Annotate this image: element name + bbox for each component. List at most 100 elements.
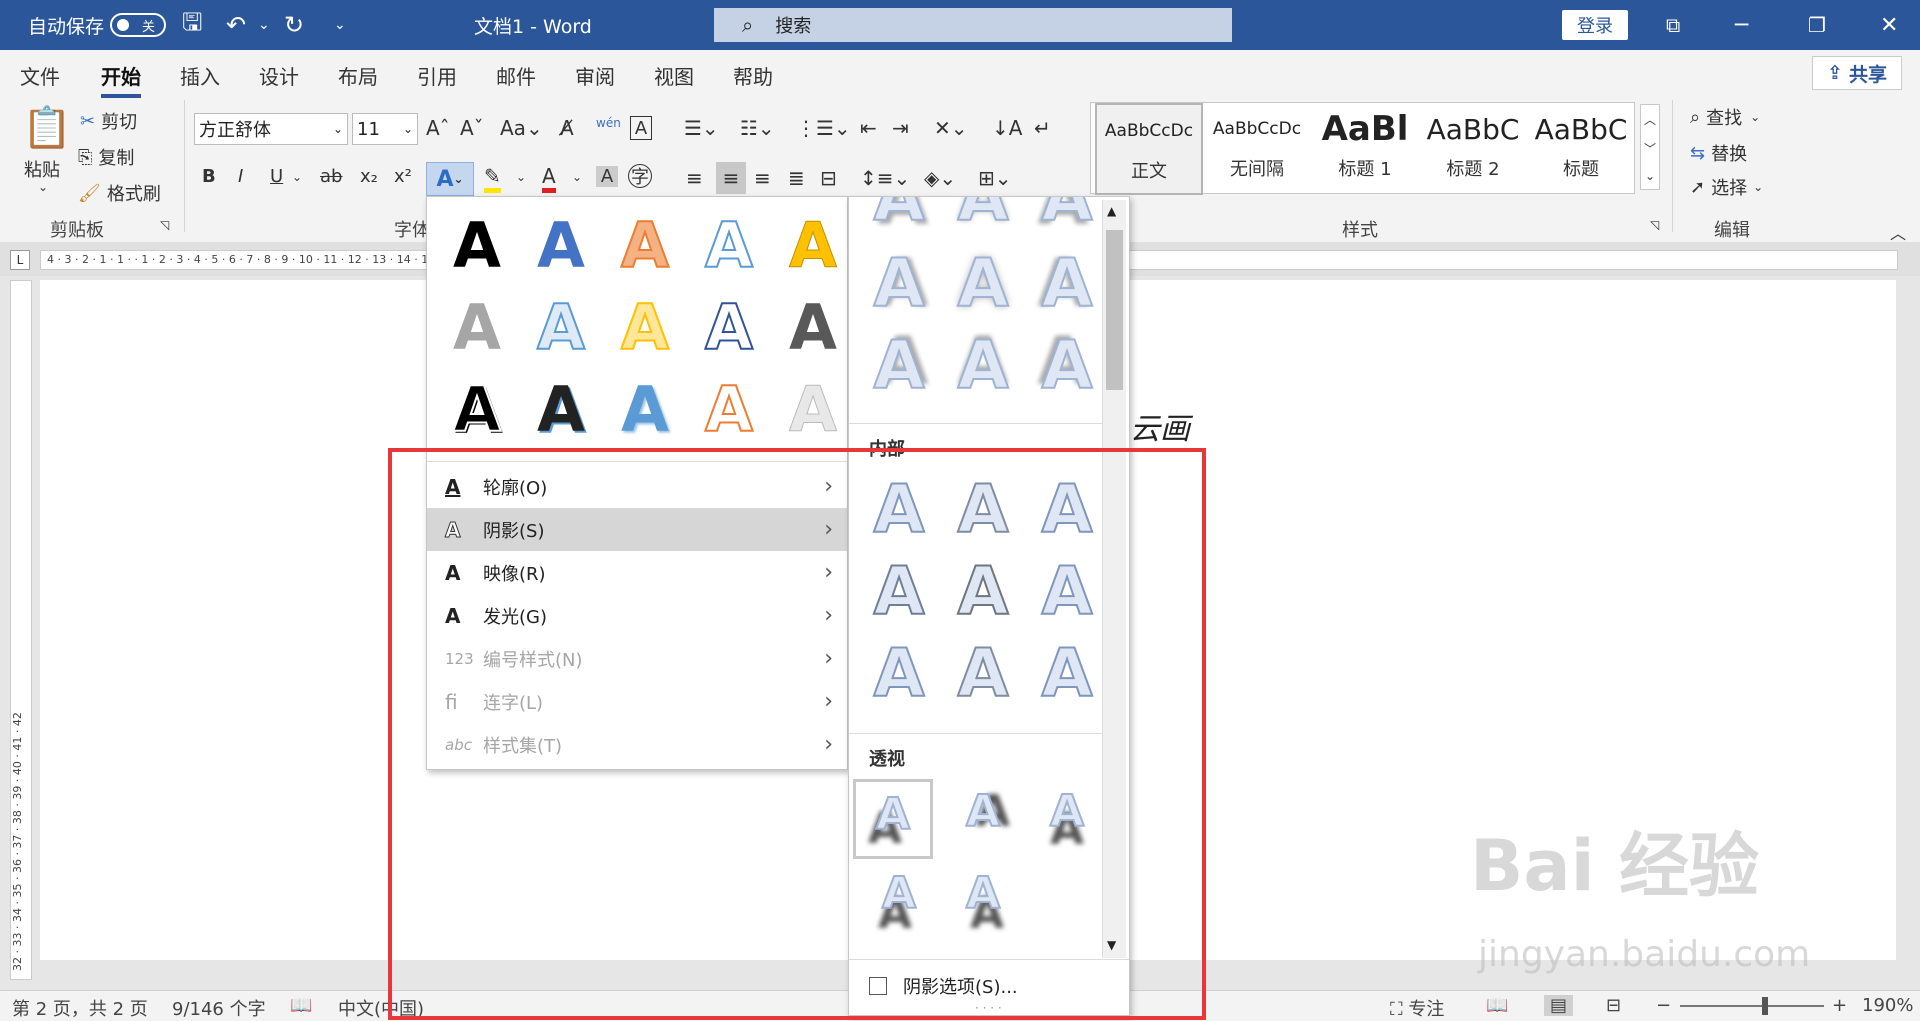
styles-scroll[interactable]: ︿ ﹀ ⌄ [1640,104,1660,190]
tab-home[interactable]: 开始 [101,61,141,98]
text-effect-preset[interactable]: A [437,287,517,367]
phonetic-guide-icon[interactable]: wén [596,116,621,130]
shadow-preset[interactable]: A [943,243,1023,323]
text-effect-preset[interactable]: A [689,205,769,285]
undo-dropdown-icon[interactable]: ⌄ [258,0,270,50]
zoom-slider-thumb[interactable] [1762,997,1768,1015]
line-spacing-icon[interactable]: ↕≡⌄ [860,166,910,190]
shadow-preset[interactable]: A [859,325,939,405]
bold-button[interactable]: B [202,166,216,187]
enclose-char-icon[interactable]: 字 [628,164,652,188]
font-size-select[interactable]: 11 ⌄ [352,113,418,145]
text-effects-button[interactable]: A ⌄ [426,162,474,196]
redo-icon[interactable]: ↻ [284,0,304,50]
char-shading-icon[interactable]: A [596,166,618,187]
shadow-preset[interactable]: A [1027,243,1107,323]
tab-design[interactable]: 设计 [259,61,299,90]
shrink-font-icon[interactable]: Aˇ [460,116,484,140]
page-count[interactable]: 第 2 页，共 2 页 [12,995,148,1021]
highlight-dropdown-icon[interactable]: ⌄ [516,170,526,184]
numbering-icon[interactable]: ☷⌄ [740,116,775,140]
font-color-dropdown-icon[interactable]: ⌄ [572,170,582,184]
shadow-preset[interactable]: A [943,197,1023,237]
ribbon-display-icon[interactable]: ⧉ [1666,0,1680,50]
customize-qat-icon[interactable]: ⌄ [334,0,346,50]
text-effect-preset[interactable]: A [605,205,685,285]
change-case-icon[interactable]: Aa⌄ [500,116,543,140]
focus-button[interactable]: ⛶ 专注 [1390,995,1444,1021]
restore-icon[interactable]: ❐ [1808,0,1826,50]
text-effect-preset[interactable]: A [773,205,853,285]
print-layout-icon[interactable]: ▤ [1544,995,1574,1016]
autosave-toggle[interactable]: 关 [110,13,166,37]
text-effect-preset[interactable]: A [773,287,853,367]
font-family-select[interactable]: 方正舒体 ⌄ [194,113,348,145]
subscript-button[interactable]: x₂ [360,166,378,187]
clipboard-launcher-icon[interactable]: ◹ [160,218,169,232]
justify-icon[interactable]: ≣ [788,166,805,190]
scroll-thumb[interactable] [1106,230,1123,390]
select-button[interactable]: ➚ 选择 ⌄ [1690,174,1763,200]
shadow-preset[interactable]: A [1027,325,1107,405]
paste-icon[interactable]: 📋 [22,104,72,151]
copy-button[interactable]: ⎘ 复制 [78,144,134,170]
style-normal[interactable]: AaBbCcDc 正文 [1095,103,1203,195]
text-effect-preset[interactable]: A [521,205,601,285]
styles-launcher-icon[interactable]: ◹ [1650,218,1659,232]
paste-label[interactable]: 粘贴 [24,156,60,182]
strikethrough-button[interactable]: ab [320,166,342,187]
scroll-up-icon[interactable]: ▲ [1107,204,1116,218]
superscript-button[interactable]: x² [394,166,412,187]
underline-dropdown-icon[interactable]: ⌄ [292,170,302,184]
align-center-icon[interactable]: ≡ [716,162,746,194]
tab-selector-icon[interactable]: L [10,250,30,270]
tab-mailings[interactable]: 邮件 [496,61,536,90]
tab-help[interactable]: 帮助 [733,61,773,90]
text-effect-preset[interactable]: A [521,369,601,449]
format-painter-button[interactable]: 🖌 格式刷 [78,180,161,206]
align-left-icon[interactable]: ≡ [686,166,703,190]
read-mode-icon[interactable]: 📖 [1486,995,1508,1016]
sort-icon[interactable]: ↓A [992,116,1022,140]
clear-format-icon[interactable]: A̸ [560,116,574,140]
find-button[interactable]: ⌕ 查找 ⌄ [1690,104,1760,130]
search-box[interactable]: ⌕ 搜索 [714,8,1232,42]
increase-indent-icon[interactable]: ⇥ [892,116,909,140]
multilevel-list-icon[interactable]: ⋮☰⌄ [796,116,851,140]
text-effect-preset[interactable]: A [605,369,685,449]
shading-icon[interactable]: ◈⌄ [924,166,956,190]
show-marks-icon[interactable]: ↵ [1034,116,1051,140]
decrease-indent-icon[interactable]: ⇤ [860,116,877,140]
italic-button[interactable]: I [238,166,243,187]
asian-layout-icon[interactable]: ✕⌄ [934,116,968,140]
login-button[interactable]: 登录 [1562,10,1628,40]
char-border-icon[interactable]: A [630,116,652,140]
text-effect-preset[interactable]: A [773,369,853,449]
borders-icon[interactable]: ⊞⌄ [978,166,1012,190]
tab-references[interactable]: 引用 [417,61,457,90]
shadow-preset[interactable]: A [859,197,939,237]
word-count[interactable]: 9/146 个字 [172,995,266,1021]
minimize-icon[interactable]: ─ [1735,0,1748,50]
cut-button[interactable]: ✂ 剪切 [80,108,137,134]
zoom-slider[interactable] [1680,1005,1824,1007]
align-right-icon[interactable]: ≡ [754,166,771,190]
tab-file[interactable]: 文件 [20,61,60,90]
shadow-preset[interactable]: A [859,243,939,323]
font-color-icon[interactable]: A [542,164,556,193]
text-effect-preset[interactable]: A [437,205,517,285]
highlight-color-icon[interactable]: ✎ [484,164,501,193]
style-no-spacing[interactable]: AaBbCcDc 无间隔 [1203,103,1311,195]
shadow-preset[interactable]: A [1027,197,1107,237]
zoom-level[interactable]: 190% [1862,995,1913,1016]
tab-review[interactable]: 审阅 [575,61,615,90]
tab-view[interactable]: 视图 [654,61,694,90]
save-icon[interactable]: 🖫 [182,0,202,50]
style-heading-2[interactable]: AaBbC 标题 2 [1419,103,1527,195]
shadow-preset[interactable]: A [943,325,1023,405]
proofing-icon[interactable]: 📖 [290,995,312,1016]
text-effect-preset[interactable]: A [689,287,769,367]
paste-dropdown-icon[interactable]: ⌄ [38,180,48,194]
underline-button[interactable]: U [270,166,283,187]
text-effect-preset[interactable]: A [521,287,601,367]
